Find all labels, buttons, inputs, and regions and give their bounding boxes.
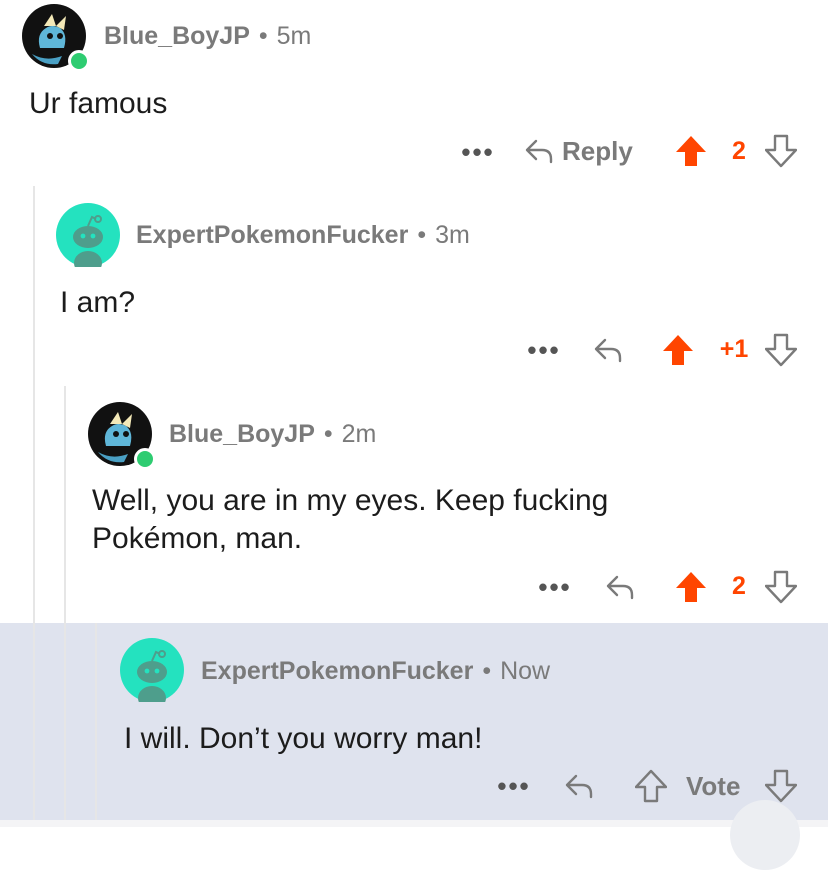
online-status-dot — [68, 50, 90, 72]
more-options-button[interactable]: ••• — [524, 334, 564, 366]
separator-dot: • — [258, 22, 268, 50]
upvote-button[interactable] — [672, 132, 710, 170]
separator-dot: • — [482, 657, 492, 685]
snoo-avatar-icon — [120, 638, 184, 702]
reply-button[interactable] — [561, 767, 597, 805]
upvote-filled-icon — [663, 335, 693, 365]
reply-arrow-icon — [594, 338, 622, 363]
downvote-outline-icon — [765, 333, 797, 367]
upvote-button[interactable] — [659, 331, 697, 369]
vote-score: 2 — [732, 136, 746, 165]
username[interactable]: ExpertPokemonFucker — [136, 221, 408, 249]
timestamp: 2m — [341, 420, 377, 448]
vote-label: Vote — [686, 770, 741, 801]
timestamp: 5m — [276, 22, 312, 50]
timestamp: Now — [500, 657, 551, 685]
thread-line-level-2[interactable] — [64, 386, 66, 827]
more-options-button[interactable]: ••• — [494, 770, 534, 802]
reply-arrow-icon — [565, 774, 593, 799]
reply-button[interactable] — [590, 331, 626, 369]
username[interactable]: Blue_BoyJP — [104, 22, 250, 50]
bottom-bar — [0, 820, 828, 827]
downvote-button[interactable] — [762, 132, 800, 170]
downvote-outline-icon — [765, 134, 797, 168]
downvote-button[interactable] — [762, 331, 800, 369]
comment-meta: Blue_BoyJP • 5m — [104, 22, 311, 51]
more-options-button[interactable]: ••• — [458, 136, 498, 168]
floating-action-button[interactable] — [730, 800, 800, 870]
comment-text-line: Well, you are in my eyes. Keep fucking — [92, 484, 609, 517]
downvote-outline-icon — [765, 769, 797, 803]
timestamp: 3m — [435, 221, 470, 249]
reply-label: Reply — [562, 135, 633, 166]
vote-score: +1 — [719, 334, 749, 363]
username[interactable]: ExpertPokemonFucker — [201, 657, 473, 685]
avatar[interactable] — [88, 402, 156, 470]
username[interactable]: Blue_BoyJP — [169, 420, 315, 448]
downvote-button[interactable] — [762, 767, 800, 805]
reply-button[interactable]: Reply — [524, 132, 633, 170]
comment-text-line: Pokémon, man. — [92, 522, 303, 555]
upvote-button[interactable] — [672, 568, 710, 606]
online-status-dot — [134, 448, 156, 470]
more-options-button[interactable]: ••• — [535, 571, 575, 603]
reply-arrow-icon — [606, 575, 634, 600]
downvote-outline-icon — [765, 570, 797, 604]
thread-line-level-1[interactable] — [33, 186, 35, 827]
comment-text: Ur famous — [29, 87, 168, 120]
comment-text: I will. Don’t you worry man! — [124, 722, 483, 755]
avatar[interactable] — [56, 203, 120, 267]
upvote-button[interactable] — [632, 767, 670, 805]
upvote-filled-icon — [676, 572, 706, 602]
thread-line-level-3[interactable] — [95, 623, 97, 827]
snoo-avatar-icon — [56, 203, 120, 267]
comment-meta: ExpertPokemonFucker • Now — [201, 657, 550, 686]
downvote-button[interactable] — [762, 568, 800, 606]
vote-score: 2 — [732, 571, 746, 600]
separator-dot: • — [323, 420, 333, 448]
comment-meta: ExpertPokemonFucker • 3m — [136, 221, 470, 250]
reply-button[interactable] — [602, 568, 638, 606]
avatar[interactable] — [22, 4, 90, 72]
avatar[interactable] — [120, 638, 184, 702]
comment-text: I am? — [60, 286, 136, 319]
upvote-filled-icon — [676, 136, 706, 166]
reply-arrow-icon — [525, 139, 553, 164]
upvote-outline-icon — [635, 769, 667, 803]
separator-dot: • — [417, 221, 427, 249]
comment-meta: Blue_BoyJP • 2m — [169, 420, 376, 449]
